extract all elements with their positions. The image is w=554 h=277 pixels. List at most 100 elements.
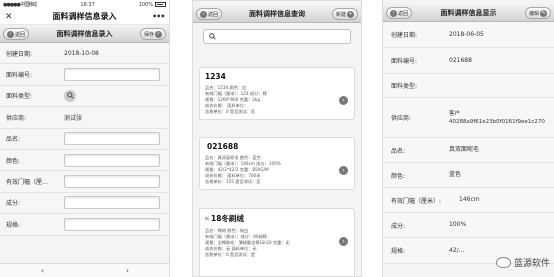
back-button-label: 返回	[398, 10, 409, 17]
wechat-page-title: 面料调样信息录入	[52, 12, 117, 21]
field-label: 成分:	[391, 222, 406, 230]
back-arrow-icon: ‹	[7, 30, 14, 38]
browser-bottom-nav: ‹ ›	[0, 263, 169, 277]
card-line: 含税单价：155 是否测试：否	[205, 179, 261, 184]
back-button-label: 返回	[208, 11, 219, 18]
supplier-value: 客户 40288a9f61e23b0f0161f9ee1c270	[449, 110, 545, 125]
phone-entry-screen: ●●●●● 中国移动 16:37 100% ✕ 面料调样信息录入 ••• ‹ 返…	[0, 0, 170, 277]
card-tag: 新	[205, 215, 209, 221]
card-title: 1234	[205, 72, 226, 81]
pencil-icon: ✎	[540, 9, 547, 17]
nav-back-icon[interactable]: ‹	[41, 266, 44, 275]
status-bar: ●●●●● 中国移动 16:37 100%	[0, 0, 169, 9]
form-row-supplier: 供应商: 测试张	[0, 107, 169, 129]
watermark: 蓝源软件	[495, 256, 550, 269]
back-button[interactable]: ‹ 返回	[196, 8, 223, 20]
phone-query-screen: ‹ 返回 面料调样信息查询 新建 + 1234 品名：1234 颜色：红 有效门…	[192, 0, 362, 277]
fabric-number-value: 021688	[449, 56, 472, 64]
chevron-right-icon: ›	[339, 166, 348, 175]
card-title-row: 新 18冬刷绒	[205, 213, 349, 224]
field-label: 供应商:	[391, 115, 412, 122]
page-title: 面料调样信息显示	[440, 8, 497, 17]
spec-value: 42/...	[449, 246, 465, 254]
field-label: 颜色:	[391, 172, 406, 180]
field-label: 品名:	[391, 147, 406, 155]
field-label: 面料编号:	[391, 58, 418, 65]
list-item[interactable]: 1234 品名：1234 颜色：红 有效门幅（厘米）：123 成分：棉 规格：1…	[199, 67, 355, 120]
field-label: 规格:	[391, 248, 406, 255]
form-row-spec: 规格:	[0, 214, 169, 236]
field-label: 面料类型:	[391, 83, 418, 90]
search-input[interactable]	[203, 29, 351, 44]
back-button[interactable]: ‹ 返回	[386, 7, 413, 19]
chevron-right-icon: ›	[339, 96, 348, 105]
field-label: 有效门幅（厘米）:	[391, 197, 442, 205]
field-label: 创建日期:	[6, 50, 33, 58]
fabric-number-input[interactable]	[64, 68, 160, 82]
form-row-composition: 成分:	[0, 192, 169, 215]
back-button[interactable]: ‹ 返回	[3, 28, 30, 40]
detail-row-width: 有效门幅（厘米）: 146cm	[383, 188, 554, 213]
detail-row-fabric-number: 面料编号: 021688	[383, 48, 554, 74]
detail-row-supplier: 供应商: 客户 40288a9f61e23b0f0161f9ee1c270	[383, 98, 554, 138]
field-label: 面料编号:	[6, 72, 33, 80]
search-row	[193, 23, 361, 47]
spec-input[interactable]	[64, 217, 160, 231]
plus-icon: +	[347, 10, 354, 18]
supplier-value: 测试张	[64, 114, 83, 122]
list-item[interactable]: 新 18冬刷绒 品名：棉绒 颜色：纯白 有效门幅（厘米）：成分：90绒棉 规格：…	[199, 208, 355, 276]
field-label: 有效门幅（厘...	[6, 179, 48, 187]
carrier-signal: ●●●●● 中国移动	[3, 2, 37, 8]
phone-detail-screen: ‹ 返回 面料调样信息显示 编辑 ✎ 创建日期: 2018-06-05 面料编号…	[382, 0, 554, 277]
search-icon	[209, 33, 216, 40]
back-arrow-icon: ‹	[390, 9, 397, 17]
app-header: ‹ 返回 面料调样信息查询 新建 +	[193, 5, 361, 23]
app-header: ‹ 返回 面料调样信息录入 保存 ✓	[0, 25, 169, 43]
close-icon[interactable]: ✕	[5, 12, 17, 22]
save-button[interactable]: 保存 ✓	[139, 28, 166, 40]
wechat-title-bar: ✕ 面料调样信息录入 •••	[0, 9, 169, 25]
nav-forward-icon[interactable]: ›	[126, 266, 129, 275]
back-button-label: 返回	[15, 31, 26, 38]
field-label: 创建日期:	[391, 32, 418, 39]
created-date-value: 2018-10-08	[64, 49, 99, 57]
field-label: 规格:	[6, 221, 21, 229]
list-item[interactable]: 021688 品名：真双面呢毛 颜色：蓝色 有效门幅（厘米）：146cm 成分：…	[199, 137, 355, 190]
edit-button[interactable]: 编辑 ✎	[524, 7, 551, 19]
check-icon: ✓	[155, 30, 162, 38]
battery-percent: 100%	[138, 1, 153, 8]
color-value: 蓝色	[449, 171, 462, 178]
form-row-fabric-number: 面料编号:	[0, 64, 169, 86]
search-icon[interactable]	[64, 89, 76, 102]
battery-icon	[155, 2, 166, 7]
save-button-label: 保存	[143, 31, 154, 38]
edit-button-label: 编辑	[528, 10, 539, 17]
created-date-value: 2018-06-05	[449, 30, 484, 38]
detail-row-composition: 成分: 100%	[383, 213, 554, 238]
form-row-color: 颜色:	[0, 149, 169, 172]
width-value: 146cm	[459, 196, 480, 203]
card-line: 含税单价：0 是否测试：是	[205, 252, 256, 257]
card-title-row: 021688	[205, 142, 349, 151]
chevron-right-icon: ›	[339, 237, 348, 246]
product-name-value: 真双面呢毛	[449, 146, 480, 153]
field-label: 品名:	[6, 136, 21, 144]
width-input[interactable]	[64, 175, 160, 189]
card-title: 021688	[207, 142, 239, 151]
form-row-product-name: 品名:	[0, 128, 169, 150]
composition-input[interactable]	[64, 196, 160, 210]
more-icon[interactable]: •••	[152, 12, 165, 21]
field-label: 成分:	[6, 200, 21, 208]
detail-row-color: 颜色: 蓝色	[383, 163, 554, 188]
product-name-input[interactable]	[64, 132, 160, 146]
detail-row-product-name: 品名: 真双面呢毛	[383, 138, 554, 163]
form-row-created-date: 创建日期: 2018-10-08	[0, 43, 169, 65]
page-title: 面料调样信息录入	[56, 29, 113, 38]
form-row-fabric-type: 面料类型:	[0, 85, 169, 108]
field-label: 颜色:	[6, 157, 21, 165]
card-line: 含税单价：0 是否测试：否	[205, 109, 256, 114]
new-button[interactable]: 新建 +	[331, 8, 358, 20]
page-title: 面料调样信息查询	[249, 9, 305, 18]
color-input[interactable]	[64, 153, 160, 167]
app-header: ‹ 返回 面料调样信息显示 编辑 ✎	[383, 4, 554, 22]
